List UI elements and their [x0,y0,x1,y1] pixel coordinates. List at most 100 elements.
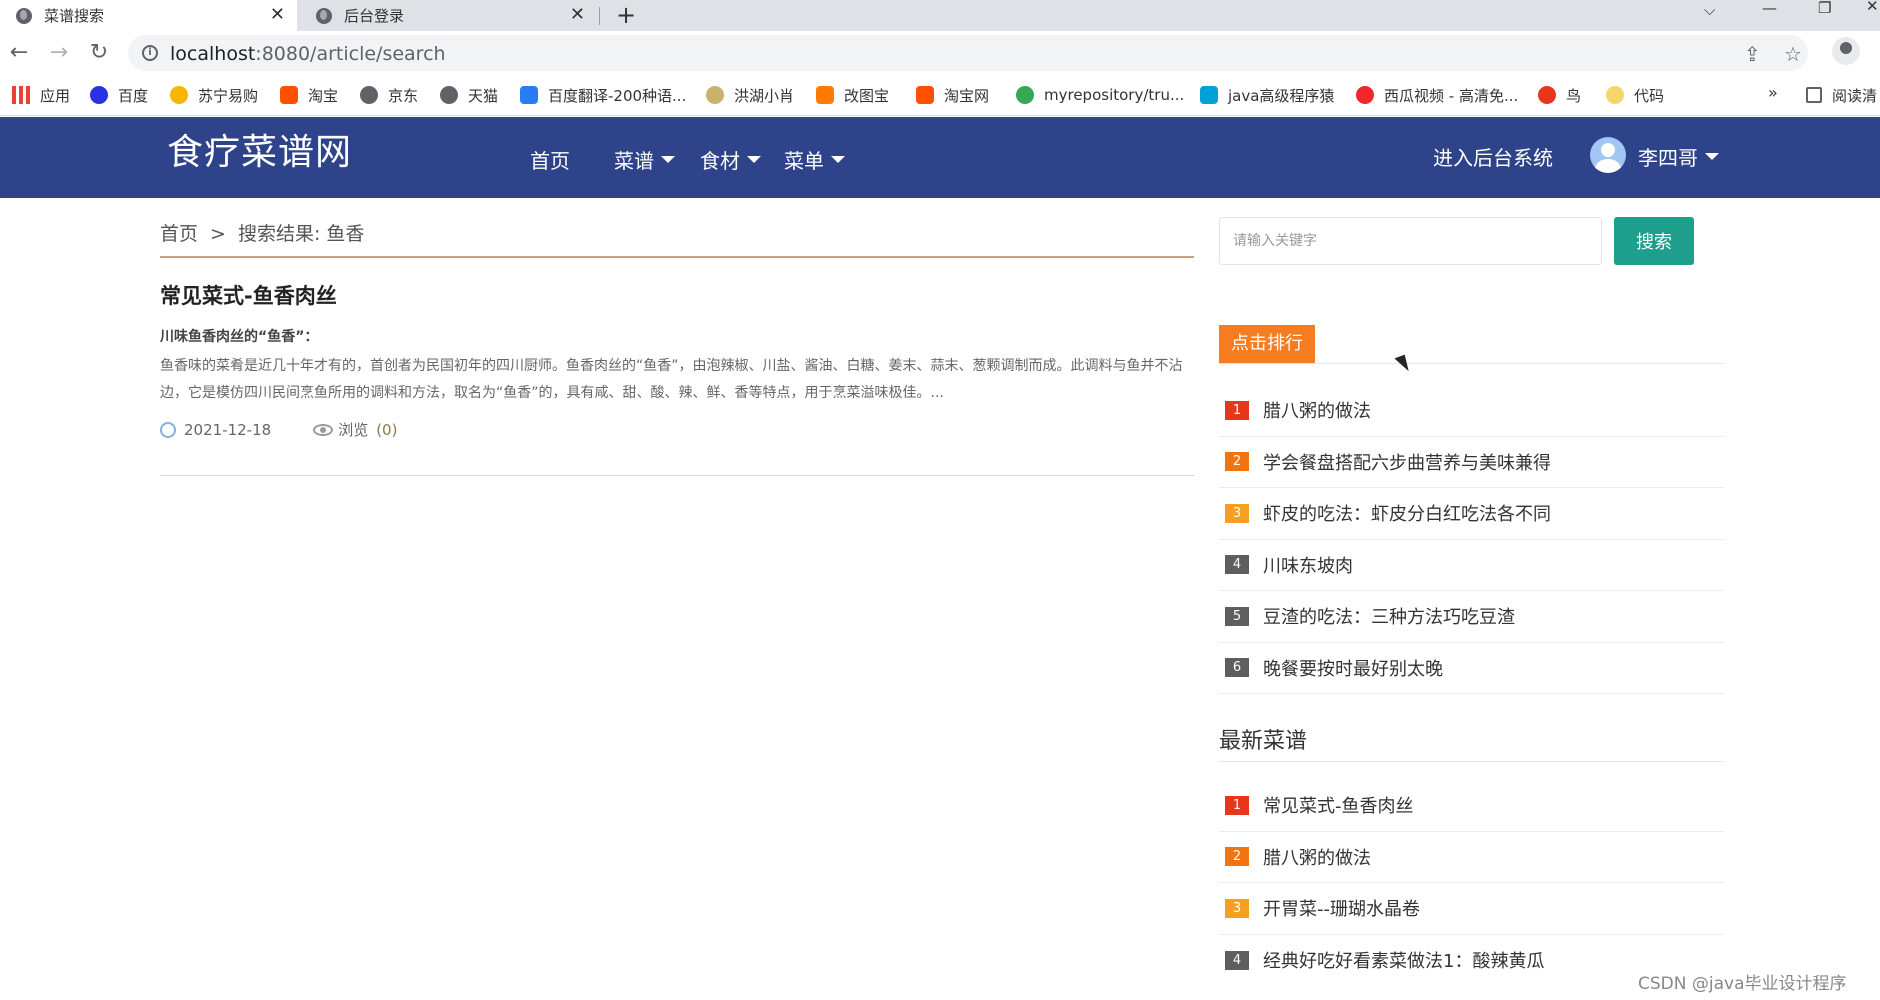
bookmark-xigua[interactable]: 西瓜视频 - 高清免... [1356,83,1518,107]
nav-label: 首页 [530,149,570,173]
bookmark-code[interactable]: 代码 [1606,83,1664,107]
ranking-divider [1219,363,1724,364]
search-button[interactable]: 搜索 [1614,217,1694,265]
list-item[interactable]: 2 腊八粥的做法 [1219,832,1724,883]
site-logo[interactable]: 食疗菜谱网 [167,123,352,175]
list-item-text: 腊八粥的做法 [1263,847,1371,869]
bookmarks-more-icon[interactable]: » [1768,83,1778,102]
rank-number: 3 [1225,503,1249,523]
list-item-text: 豆渣的吃法：三种方法巧吃豆渣 [1263,607,1515,629]
bookmark-label: 鸟 [1566,86,1582,105]
list-item[interactable]: 6 晚餐要按时最好别太晚 [1219,643,1724,694]
minimize-icon[interactable]: — [1762,0,1777,16]
caret-down-icon [747,156,761,163]
list-item[interactable]: 1 常见菜式-鱼香肉丝 [1219,780,1724,832]
share-icon[interactable]: ⇪ [1744,42,1761,66]
site-header: 食疗菜谱网 首页 菜谱 食材 菜单 进入后台系统 李四哥 [0,117,1880,198]
tab-recipe-search[interactable]: 菜谱搜索 ✕ [0,0,297,31]
nav-ingredients[interactable]: 食材 [700,145,761,174]
clock-icon [160,421,176,438]
mouse-cursor-icon [1394,354,1411,375]
list-item[interactable]: 1 腊八粥的做法 [1219,385,1724,437]
csdn-watermark: CSDN @java毕业设计程序 [1638,974,1847,994]
forward-icon[interactable]: → [44,38,74,68]
bookmark-taobao[interactable]: 淘宝 [280,83,338,107]
tab-search-icon[interactable]: ⌵ [1704,2,1715,18]
nav-menus[interactable]: 菜单 [784,145,845,174]
user-menu[interactable]: 李四哥 [1638,142,1719,171]
rank-number: 3 [1225,898,1249,918]
bookmark-baidu-translate[interactable]: 百度翻译-200种语... [520,83,686,107]
back-icon[interactable]: ← [4,38,34,68]
list-item[interactable]: 3 开胃菜--珊瑚水晶卷 [1219,883,1724,935]
restore-icon[interactable]: ❐ [1818,0,1831,16]
bookmark-java-coder[interactable]: java高级程序猿 [1200,83,1334,107]
profile-icon[interactable] [1832,37,1860,65]
bird-icon [1538,86,1556,104]
list-item[interactable]: 2 学会餐盘搭配六步曲营养与美味兼得 [1219,437,1724,488]
translate-icon [520,86,538,104]
bookmark-tmall[interactable]: 天猫 [440,83,498,107]
bookmark-suning[interactable]: 苏宁易购 [170,83,258,107]
bookmark-gaitubao[interactable]: 改图宝 [816,83,889,107]
bookmark-label: 淘宝 [308,86,339,105]
nav-home[interactable]: 首页 [530,145,570,174]
reading-list-icon [1806,87,1822,103]
taobao-icon [916,86,934,104]
admin-system-link[interactable]: 进入后台系统 [1433,142,1553,171]
close-icon[interactable]: ✕ [570,4,585,25]
bookmark-label: 百度翻译-200种语... [548,86,687,105]
list-item-text: 经典好吃好看素菜做法1：酸辣黄瓜 [1263,951,1545,973]
bookmark-label: 应用 [40,86,71,105]
latest-recipes-list: 1 常见菜式-鱼香肉丝 2 腊八粥的做法 3 开胃菜--珊瑚水晶卷 4 经典好吃… [1219,780,1724,986]
list-item[interactable]: 3 虾皮的吃法：虾皮分白红吃法各不同 [1219,488,1724,540]
breadcrumb-divider [160,256,1194,258]
nav-label: 菜单 [784,149,824,173]
bookmark-label: 天猫 [468,86,499,105]
bookmark-taobao-net[interactable]: 淘宝网 [916,83,989,107]
close-icon[interactable]: ✕ [270,4,285,25]
globe-icon [16,7,32,24]
new-tab-button[interactable]: + [616,0,636,30]
tab-separator [599,7,600,25]
bookmark-apps[interactable]: 应用 [12,83,70,107]
reading-list[interactable]: 阅读清 [1806,83,1877,107]
bookmark-myrepository[interactable]: myrepository/tru... [1016,83,1184,107]
search-input[interactable] [1219,217,1602,265]
list-item[interactable]: 5 豆渣的吃法：三种方法巧吃豆渣 [1219,591,1724,643]
bookmark-baidu[interactable]: 百度 [90,83,148,107]
click-ranking-title: 点击排行 [1219,325,1315,363]
reload-icon[interactable]: ↻ [84,38,114,68]
bookmark-label: 改图宝 [844,86,890,105]
info-icon[interactable]: i [142,45,158,61]
list-item-text: 常见菜式-鱼香肉丝 [1263,796,1414,818]
article-subtitle: 川味鱼香肉丝的“鱼香”： [160,329,319,345]
bookmark-label: 西瓜视频 - 高清免... [1384,86,1519,105]
tab-admin-login[interactable]: 后台登录 ✕ [300,0,597,31]
views-count: (0) [376,420,398,439]
bookmark-label: 洪湖小肖 [734,86,795,105]
bookmark-honghu[interactable]: 洪湖小肖 [706,83,794,107]
gaitubao-icon [816,86,834,104]
close-window-icon[interactable]: ✕ [1866,0,1879,14]
xigua-icon [1356,86,1374,104]
list-item-text: 学会餐盘搭配六步曲营养与美味兼得 [1263,452,1551,474]
star-icon[interactable]: ☆ [1784,42,1802,66]
caret-down-icon [1705,153,1719,160]
breadcrumb-home[interactable]: 首页 [160,223,198,245]
list-item-text: 虾皮的吃法：虾皮分白红吃法各不同 [1263,504,1551,526]
apps-grid-icon [12,86,30,104]
nav-label: 菜谱 [614,149,654,173]
bookmark-bird[interactable]: 鸟 [1538,83,1581,107]
url-text[interactable]: localhost:8080/article/search [170,43,446,65]
article-divider [160,475,1194,476]
list-item[interactable]: 4 川味东坡肉 [1219,540,1724,591]
reading-list-label: 阅读清 [1832,86,1878,105]
bookmark-jd[interactable]: 京东 [360,83,418,107]
latest-recipes-title: 最新菜谱 [1219,729,1308,754]
user-avatar[interactable] [1590,137,1626,173]
address-bar[interactable]: i localhost:8080/article/search ⇪ ☆ [128,35,1808,71]
article-title[interactable]: 常见菜式-鱼香肉丝 [160,280,1194,310]
globe-icon [316,7,332,24]
nav-recipes[interactable]: 菜谱 [614,145,675,174]
